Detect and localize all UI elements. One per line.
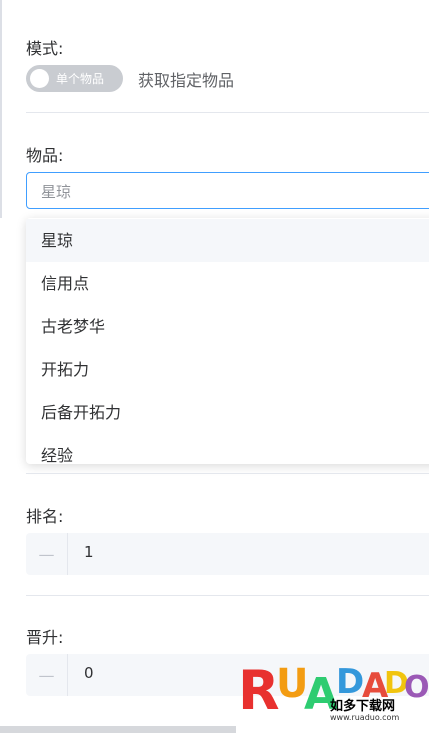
- toggle-text: 单个物品: [56, 72, 105, 86]
- mode-toggle[interactable]: 单个物品: [26, 65, 123, 92]
- watermark-url: www.ruaduo.com: [330, 713, 400, 722]
- option-trailblaze-power[interactable]: 开拓力: [26, 348, 429, 391]
- divider: [26, 473, 429, 474]
- mode-label: 模式:: [26, 39, 64, 58]
- promotion-decrement-button[interactable]: —: [26, 654, 68, 696]
- toggle-knob: [30, 69, 49, 88]
- promotion-value[interactable]: 0: [84, 664, 94, 682]
- item-select-value: 星琼: [41, 183, 72, 201]
- rank-number-input: — 1: [26, 533, 429, 575]
- rank-value[interactable]: 1: [84, 543, 94, 561]
- svg-text:R: R: [238, 659, 280, 722]
- mode-description: 获取指定物品: [138, 71, 235, 90]
- divider: [26, 595, 429, 596]
- watermark-logo: R U A D A D O 如多下载网 www.ruaduo.com: [238, 657, 429, 733]
- panel-edge: [0, 0, 2, 218]
- item-label: 物品:: [26, 146, 64, 165]
- divider: [26, 112, 429, 113]
- bottom-scrollbar[interactable]: [0, 726, 236, 733]
- item-dropdown: 星琼 信用点 古老梦华 开拓力 后备开拓力 经验: [26, 218, 429, 464]
- option-credits[interactable]: 信用点: [26, 262, 429, 305]
- option-exp[interactable]: 经验: [26, 434, 429, 464]
- svg-text:O: O: [404, 670, 429, 705]
- watermark-site-name: 如多下载网: [330, 699, 396, 714]
- option-ancient-dream[interactable]: 古老梦华: [26, 305, 429, 348]
- promotion-label: 晋升:: [26, 628, 64, 647]
- rank-decrement-button[interactable]: —: [26, 533, 68, 575]
- rank-label: 排名:: [26, 507, 64, 526]
- option-reserve-power[interactable]: 后备开拓力: [26, 391, 429, 434]
- option-xingqiong[interactable]: 星琼: [26, 219, 429, 262]
- item-select[interactable]: 星琼: [26, 172, 429, 209]
